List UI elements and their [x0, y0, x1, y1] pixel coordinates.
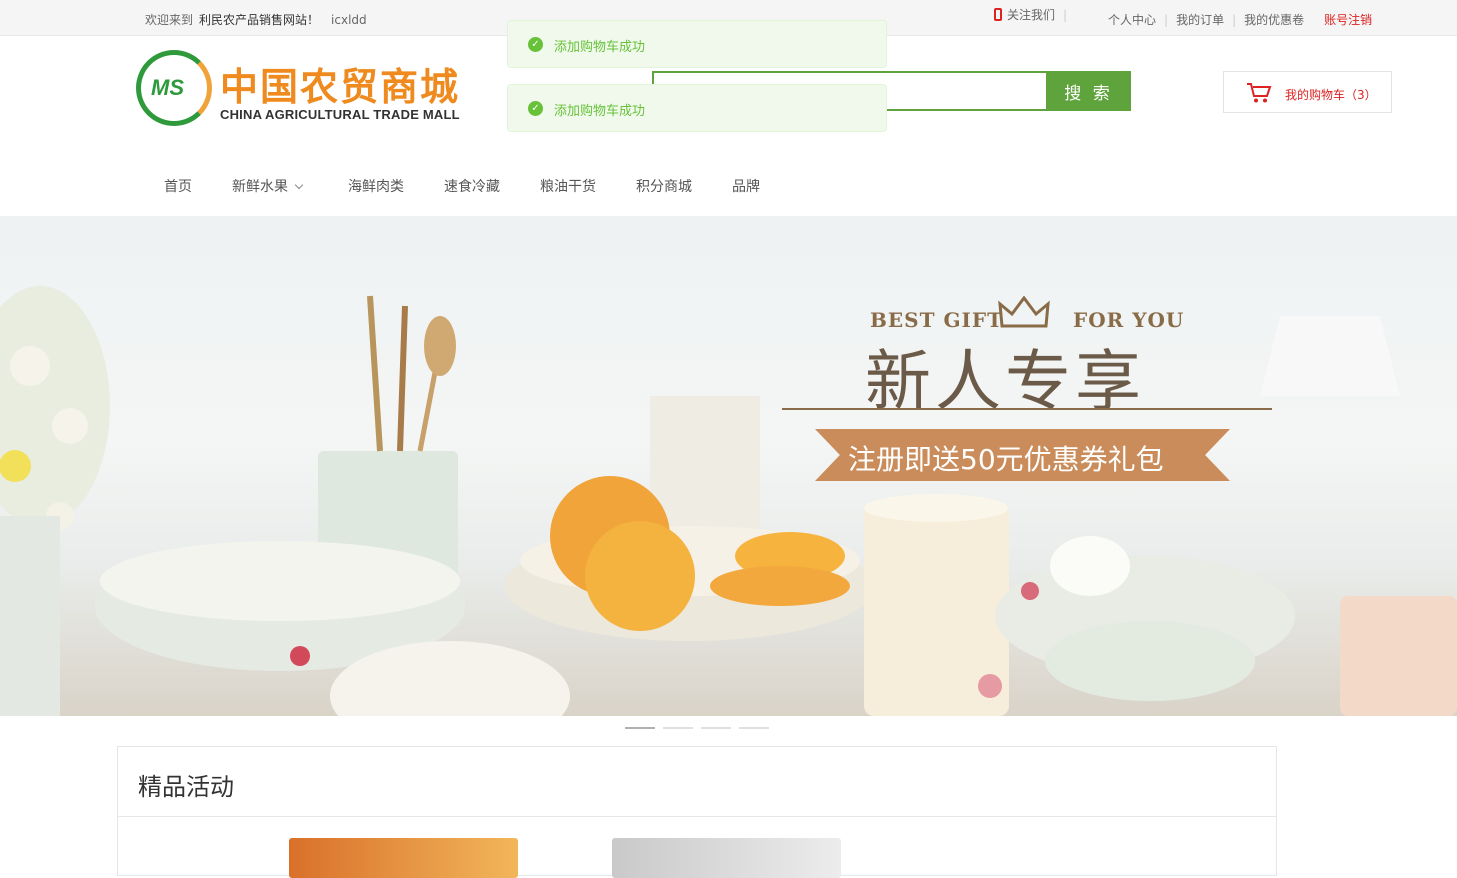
logo-badge: MS: [136, 50, 212, 126]
user-links: 个人中心 | 我的订单 | 我的优惠卷 账号注销: [1108, 13, 1373, 27]
activity-card[interactable]: [612, 838, 841, 878]
banner-ribbon-text: 注册即送50元优惠券礼包: [848, 443, 1164, 476]
carousel-dot-active[interactable]: [625, 727, 655, 729]
site-name: 利民农产品销售网站！: [199, 13, 320, 27]
carousel-dot[interactable]: [663, 727, 693, 729]
toast-text: 添加购物车成功: [554, 40, 646, 55]
welcome-text: 欢迎来到 利民农产品销售网站！ icxldd: [145, 11, 367, 28]
nav-home[interactable]: 首页: [164, 176, 192, 196]
carousel-dot[interactable]: [739, 727, 769, 729]
logout-link[interactable]: 账号注销: [1324, 13, 1372, 27]
nav-points-mall[interactable]: 积分商城: [636, 176, 692, 196]
my-orders-link[interactable]: 我的订单: [1176, 13, 1224, 27]
nav-grain-oil[interactable]: 粮油干货: [540, 176, 596, 196]
nav-fresh-fruit-label: 新鲜水果: [232, 179, 288, 195]
site-logo[interactable]: MS 中国农贸商城 CHINA AGRICULTURAL TRADE MALL: [136, 50, 466, 130]
nav-brand[interactable]: 品牌: [732, 176, 760, 196]
nav-seafood-meat[interactable]: 海鲜肉类: [348, 176, 404, 196]
my-coupons-link[interactable]: 我的优惠卷: [1244, 13, 1304, 27]
banner-divider: [782, 408, 1272, 410]
nav-fresh-fruit[interactable]: 新鲜水果: [232, 176, 304, 196]
section-header: 精品活动: [118, 747, 1276, 817]
follow-us-link[interactable]: 关注我们 |: [994, 6, 1075, 23]
nav-frozen-food[interactable]: 速食冷藏: [444, 176, 500, 196]
hero-banner[interactable]: BEST GIFT FOR YOU 新人专享 注册即送50元优惠券礼包: [0, 216, 1457, 716]
personal-center-link[interactable]: 个人中心: [1108, 13, 1156, 27]
cart-icon: [1247, 83, 1272, 103]
banner-illustration: [0, 286, 1457, 716]
logo-subtitle: CHINA AGRICULTURAL TRADE MALL: [220, 107, 460, 122]
crown-icon: [998, 296, 1050, 328]
username[interactable]: icxldd: [331, 13, 367, 27]
welcome-label: 欢迎来到: [145, 13, 194, 27]
phone-icon: [994, 8, 1002, 21]
carousel-dot[interactable]: [701, 727, 731, 729]
success-icon: ✓: [528, 37, 543, 52]
logo-badge-text: MS: [151, 75, 184, 100]
success-icon: ✓: [528, 101, 543, 116]
toast-message: ✓ 添加购物车成功: [507, 20, 887, 68]
cart-button[interactable]: 我的购物车（3）: [1223, 71, 1392, 113]
featured-activities-section: 精品活动: [117, 746, 1277, 878]
follow-us-label: 关注我们: [1007, 8, 1056, 22]
activity-card[interactable]: [289, 838, 518, 878]
chevron-down-icon: [294, 180, 304, 190]
search-button[interactable]: 搜 索: [1046, 71, 1131, 111]
section-title: 精品活动: [138, 773, 234, 801]
logo-title: 中国农贸商城: [220, 65, 461, 109]
toast-message: ✓ 添加购物车成功: [507, 84, 887, 132]
cart-label: 我的购物车（3）: [1285, 88, 1377, 102]
toast-text: 添加购物车成功: [554, 104, 646, 119]
